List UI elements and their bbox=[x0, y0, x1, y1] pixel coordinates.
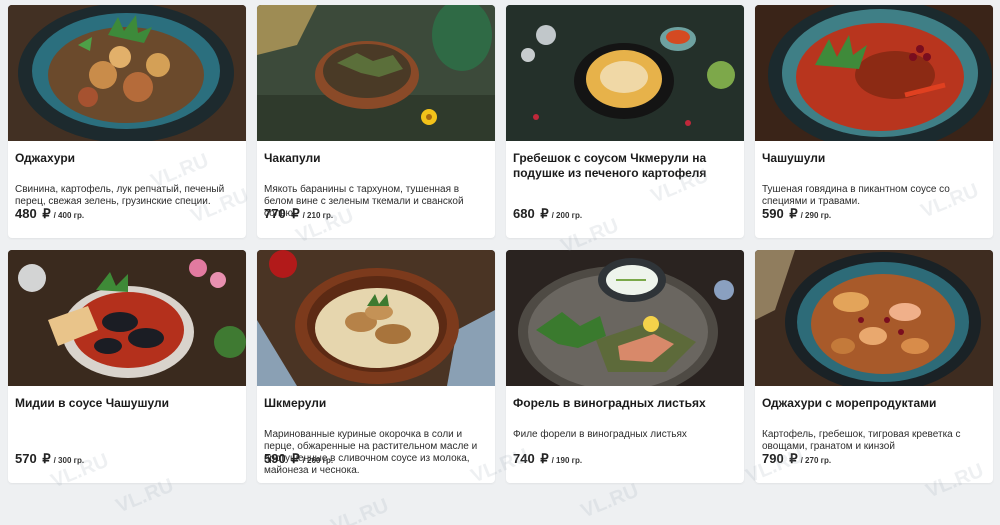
currency-sign: ₽ bbox=[291, 451, 300, 466]
dish-price: 770 ₽/ 210 гр. bbox=[264, 206, 333, 222]
price-value: 680 bbox=[513, 206, 535, 221]
currency-sign: ₽ bbox=[789, 451, 798, 466]
dish-price: 570 ₽/ 300 гр. bbox=[15, 451, 84, 467]
dish-card[interactable]: Оджахури с морепродуктами Картофель, гре… bbox=[755, 250, 993, 483]
price-value: 590 bbox=[762, 206, 784, 221]
price-value: 480 bbox=[15, 206, 37, 221]
dish-weight: / 260 гр. bbox=[302, 456, 334, 465]
price-value: 790 bbox=[762, 451, 784, 466]
watermark: VL.RU bbox=[577, 479, 642, 523]
currency-sign: ₽ bbox=[42, 206, 51, 221]
dish-weight: / 210 гр. bbox=[302, 211, 334, 220]
currency-sign: ₽ bbox=[540, 206, 549, 221]
dish-title[interactable]: Мидии в соусе Чашушули bbox=[15, 396, 239, 426]
dish-photo[interactable] bbox=[257, 5, 495, 141]
dish-weight: / 400 гр. bbox=[53, 211, 85, 220]
dish-weight: / 200 гр. bbox=[551, 211, 583, 220]
dish-price: 680 ₽/ 200 гр. bbox=[513, 206, 582, 222]
dish-title[interactable]: Чакапули bbox=[264, 151, 488, 181]
dish-title[interactable]: Оджахури bbox=[15, 151, 239, 181]
price-value: 570 bbox=[15, 451, 37, 466]
currency-sign: ₽ bbox=[540, 451, 549, 466]
dish-card[interactable]: Чакапули Мякоть баранины с тархуном, туш… bbox=[257, 5, 495, 238]
dish-price: 790 ₽/ 270 гр. bbox=[762, 451, 831, 467]
dish-card[interactable]: Оджахури Свинина, картофель, лук репчаты… bbox=[8, 5, 246, 238]
watermark: VL.RU bbox=[327, 494, 392, 525]
dish-photo[interactable] bbox=[8, 250, 246, 386]
dish-price: 590 ₽/ 260 гр. bbox=[264, 451, 333, 467]
dish-description: Картофель, гребешок, тигровая креветка с… bbox=[762, 429, 961, 452]
dish-weight: / 270 гр. bbox=[800, 456, 832, 465]
dish-photo[interactable] bbox=[755, 250, 993, 386]
currency-sign: ₽ bbox=[789, 206, 798, 221]
dish-title[interactable]: Гребешок с соусом Чкмерули на подушке из… bbox=[513, 151, 737, 181]
price-value: 590 bbox=[264, 451, 286, 466]
dish-description: Свинина, картофель, лук репчатый, печены… bbox=[15, 184, 225, 207]
dish-title[interactable]: Оджахури с морепродуктами bbox=[762, 396, 986, 426]
dish-card[interactable]: Гребешок с соусом Чкмерули на подушке из… bbox=[506, 5, 744, 238]
dish-photo[interactable] bbox=[506, 250, 744, 386]
dish-card[interactable]: Форель в виноградных листьях Филе форели… bbox=[506, 250, 744, 483]
dish-weight: / 300 гр. bbox=[53, 456, 85, 465]
dish-title[interactable]: Шкмерули bbox=[264, 396, 488, 426]
dish-photo[interactable] bbox=[755, 5, 993, 141]
currency-sign: ₽ bbox=[42, 451, 51, 466]
dish-title[interactable]: Чашушули bbox=[762, 151, 986, 181]
dish-weight: / 190 гр. bbox=[551, 456, 583, 465]
dish-card[interactable]: Чашушули Тушеная говядина в пикантном со… bbox=[755, 5, 993, 238]
dish-card[interactable]: Шкмерули Маринованные куриные окорочка в… bbox=[257, 250, 495, 483]
dish-description: Филе форели в виноградных листьях bbox=[513, 429, 687, 440]
dish-price: 480 ₽/ 400 гр. bbox=[15, 206, 84, 222]
dish-price: 590 ₽/ 290 гр. bbox=[762, 206, 831, 222]
dish-card[interactable]: Мидии в соусе Чашушули 570 ₽/ 300 гр. bbox=[8, 250, 246, 483]
currency-sign: ₽ bbox=[291, 206, 300, 221]
menu-grid: Оджахури Свинина, картофель, лук репчаты… bbox=[8, 5, 993, 483]
dish-title[interactable]: Форель в виноградных листьях bbox=[513, 396, 737, 426]
dish-photo[interactable] bbox=[506, 5, 744, 141]
dish-description: Тушеная говядина в пикантном соусе со сп… bbox=[762, 184, 950, 207]
dish-photo[interactable] bbox=[8, 5, 246, 141]
dish-price: 740 ₽/ 190 гр. bbox=[513, 451, 582, 467]
price-value: 740 bbox=[513, 451, 535, 466]
price-value: 770 bbox=[264, 206, 286, 221]
dish-photo[interactable] bbox=[257, 250, 495, 386]
dish-weight: / 290 гр. bbox=[800, 211, 832, 220]
